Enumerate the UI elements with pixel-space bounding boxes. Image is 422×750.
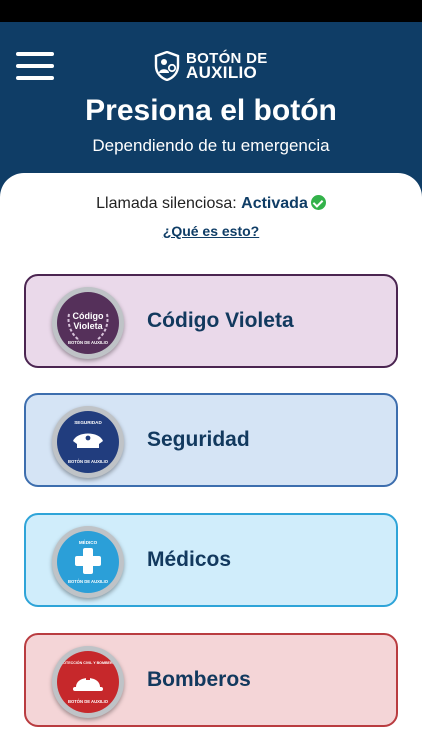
seguridad-label: Seguridad (147, 428, 250, 451)
badge-top-text: MÉDICO (79, 538, 98, 545)
status-bar (0, 0, 422, 22)
page-subtitle: Dependiendo de tu emergencia (92, 136, 330, 155)
badge-text-line1: Código (73, 311, 104, 321)
silent-call-value: Activada (241, 195, 308, 212)
badge-ring-text: BOTÓN DE AUXILIO (68, 340, 109, 345)
seguridad-button[interactable]: SEGURIDAD BOTÓN DE AUXILIO Seguridad (24, 393, 398, 487)
badge-ring-text: BOTÓN DE AUXILIO (68, 699, 109, 704)
silent-call-status: Llamada silenciosa: Activada (0, 195, 422, 213)
logo-text-line2: AUXILIO (186, 63, 258, 82)
bomberos-button[interactable]: PROTECCIÓN CIVIL Y BOMBEROS BOTÓN DE AUX… (24, 633, 398, 727)
badge-ring-text: BOTÓN DE AUXILIO (68, 579, 109, 584)
codigo-violeta-badge-icon: Código Violeta BOTÓN DE AUXILIO (52, 287, 124, 359)
firefighter-helmet-badge-icon: PROTECCIÓN CIVIL Y BOMBEROS BOTÓN DE AUX… (52, 646, 124, 718)
menu-icon-bar (16, 76, 54, 80)
medical-cross-badge-icon: MÉDICO BOTÓN DE AUXILIO (52, 526, 124, 598)
what-is-this-link[interactable]: ¿Qué es esto? (0, 223, 422, 239)
codigo-violeta-label: Código Violeta (147, 309, 294, 332)
codigo-violeta-button[interactable]: Código Violeta BOTÓN DE AUXILIO Código V… (24, 274, 398, 368)
medicos-button[interactable]: MÉDICO BOTÓN DE AUXILIO Médicos (24, 513, 398, 607)
medicos-label: Médicos (147, 548, 232, 571)
badge-text-line2: Violeta (73, 321, 103, 331)
menu-button[interactable] (16, 52, 54, 82)
silent-call-label: Llamada silenciosa: (96, 195, 237, 212)
page-title: Presiona el botón (85, 94, 337, 127)
menu-icon-bar (16, 52, 54, 56)
check-circle-icon (310, 195, 326, 210)
badge-top-text: SEGURIDAD (74, 420, 102, 425)
app-header: BOTÓN DE AUXILIO Presiona el botón Depen… (0, 22, 422, 197)
badge-ring-text: BOTÓN DE AUXILIO (68, 459, 109, 464)
menu-icon-bar (16, 64, 54, 68)
logo-icon (154, 51, 180, 81)
police-cap-badge-icon: SEGURIDAD BOTÓN DE AUXILIO (52, 406, 124, 478)
bomberos-label: Bomberos (147, 668, 251, 691)
main-content: Llamada silenciosa: Activada ¿Qué es est… (0, 173, 422, 750)
app-logo: BOTÓN DE AUXILIO (154, 48, 274, 84)
badge-top-text: PROTECCIÓN CIVIL Y BOMBEROS (58, 660, 118, 665)
